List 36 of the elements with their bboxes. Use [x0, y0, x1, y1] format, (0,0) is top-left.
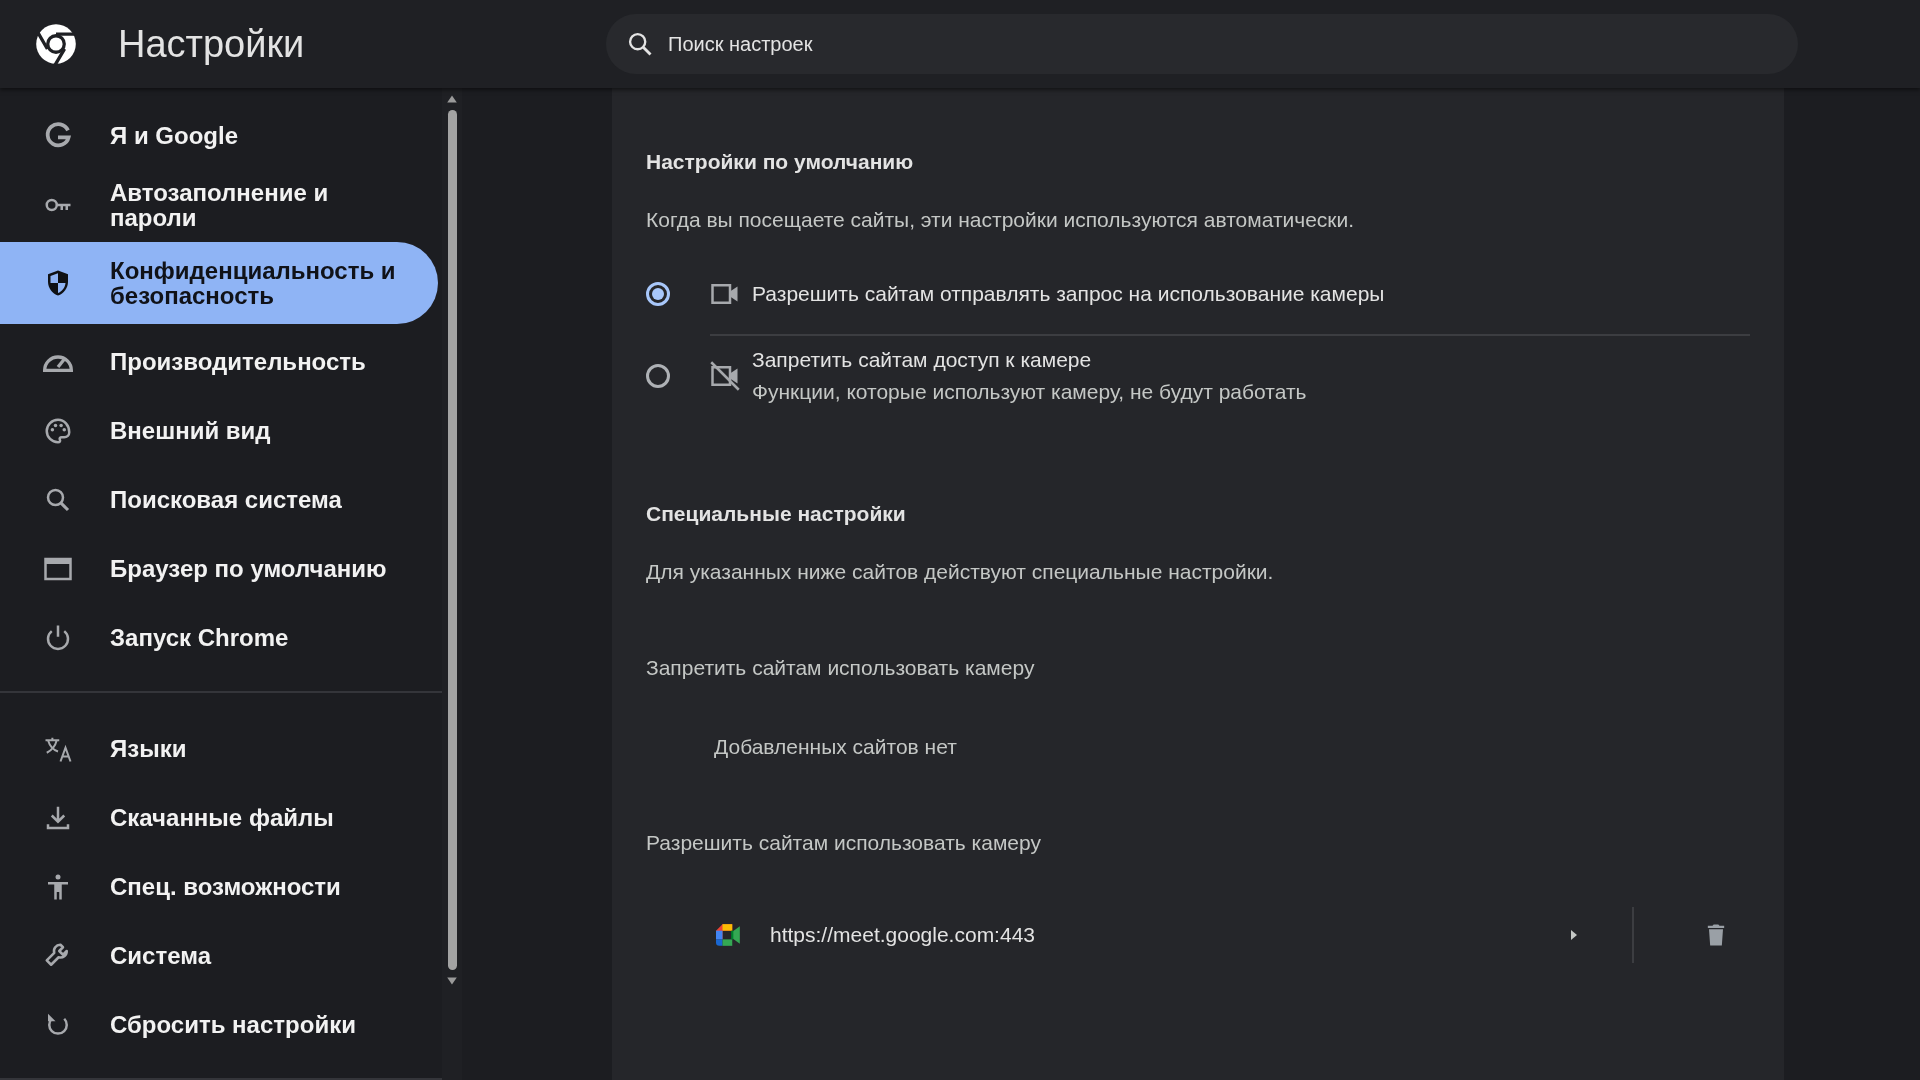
- sidebar-item[interactable]: Скачанные файлы: [0, 786, 438, 849]
- page-title: Настройки: [118, 22, 305, 66]
- radio-button[interactable]: [646, 282, 670, 306]
- option-label: Запретить сайтам доступ к камере: [752, 348, 1093, 372]
- sidebar-item[interactable]: Сбросить настройки: [0, 993, 438, 1056]
- search-field[interactable]: Поиск настроек: [606, 14, 1798, 74]
- sidebar-item[interactable]: Браузер по умолчанию: [0, 537, 438, 600]
- site-url: https://meet.google.com:443: [770, 923, 1036, 947]
- sidebar-item[interactable]: Производительность: [0, 330, 438, 393]
- sidebar-item[interactable]: Я и Google: [0, 104, 438, 167]
- camera-off-icon: [710, 361, 740, 391]
- search-icon: [626, 30, 654, 58]
- sidebar-item[interactable]: Автозаполнение и пароли: [0, 173, 438, 236]
- scroll-down-icon[interactable]: [446, 976, 458, 986]
- option-description: Функции, которые используют камеру, не будут работать: [752, 380, 1307, 404]
- list-heading: Запретить сайтам использовать камеру: [646, 656, 1036, 680]
- sidebar-item[interactable]: Спец. возможности: [0, 855, 438, 918]
- sidebar-item[interactable]: Языки: [0, 717, 438, 780]
- sidebar-item[interactable]: Конфиденциальность и безопасность: [0, 242, 438, 324]
- scrollbar-thumb[interactable]: [447, 110, 457, 970]
- empty-list-text: Добавленных сайтов нет: [714, 735, 958, 759]
- sidebar-item[interactable]: Поисковая система: [0, 468, 438, 531]
- scroll-up-icon[interactable]: [446, 94, 458, 104]
- sidebar-item[interactable]: Запуск Chrome: [0, 606, 438, 669]
- radio-button[interactable]: [646, 364, 670, 388]
- list-heading: Разрешить сайтам использовать камеру: [646, 831, 1042, 855]
- sidebar-item[interactable]: Система: [0, 924, 438, 987]
- section-description: Когда вы посещаете сайты, эти настройки используются автоматически.: [646, 208, 1356, 232]
- section-heading: Специальные настройки: [646, 502, 907, 526]
- expand-arrow-icon[interactable]: [1570, 929, 1578, 941]
- option-label: Разрешить сайтам отправлять запрос на использование камеры: [752, 282, 1385, 306]
- section-description: Для указанных ниже сайтов действуют специальные настройки.: [646, 560, 1275, 584]
- section-heading: Настройки по умолчанию: [646, 150, 915, 174]
- video-camera-favicon-icon: [716, 924, 742, 946]
- sidebar-item[interactable]: Внешний вид: [0, 399, 438, 462]
- chrome-logo: [34, 22, 78, 66]
